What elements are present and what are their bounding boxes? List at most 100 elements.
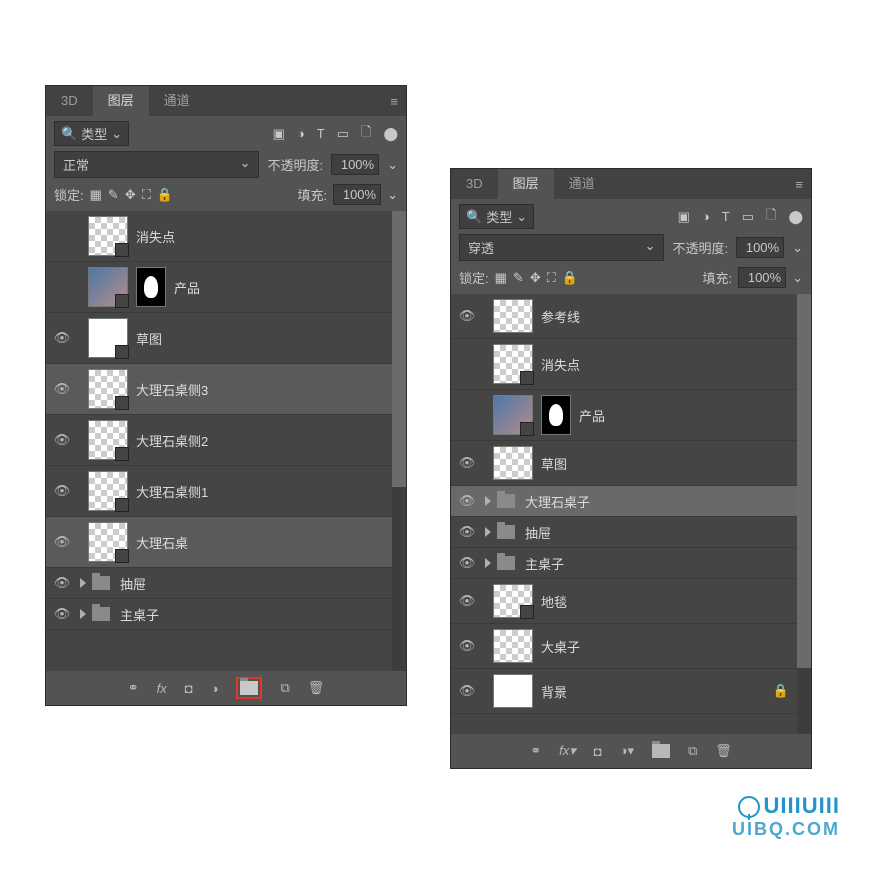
layer-thumb[interactable] xyxy=(493,674,533,708)
layer-row[interactable]: 产品 xyxy=(46,262,406,313)
tab-layers[interactable]: 图层 xyxy=(498,169,554,199)
mask-icon[interactable]: ◘ xyxy=(594,744,602,759)
layer-name[interactable]: 参考线 xyxy=(541,307,580,326)
layer-row[interactable]: 👁 大理石桌 xyxy=(46,517,406,568)
layer-row[interactable]: 消失点 xyxy=(451,339,811,390)
tab-layers[interactable]: 图层 xyxy=(93,86,149,116)
layer-name[interactable]: 地毯 xyxy=(541,592,567,611)
scrollbar[interactable] xyxy=(797,294,811,734)
layer-name[interactable]: 消失点 xyxy=(541,355,580,374)
mask-icon[interactable]: ◘ xyxy=(185,681,193,696)
layer-row[interactable]: 👁 草图 xyxy=(46,313,406,364)
opacity-value[interactable]: 100% xyxy=(331,154,379,175)
visibility-icon[interactable]: 👁 xyxy=(453,638,481,654)
shape-filter-icon[interactable]: ▭ xyxy=(742,209,754,225)
visibility-icon[interactable]: 👁 xyxy=(48,483,76,499)
layer-thumb[interactable] xyxy=(493,299,533,333)
chevron-down-icon[interactable]: ⌄ xyxy=(792,270,803,286)
layer-row[interactable]: 消失点 xyxy=(46,211,406,262)
chevron-down-icon[interactable]: ⌄ xyxy=(387,157,398,173)
scrollbar[interactable] xyxy=(392,211,406,671)
filter-toggle-icon[interactable]: ⬤ xyxy=(383,126,398,142)
layer-thumb[interactable] xyxy=(493,446,533,480)
smart-filter-icon[interactable]: 🗋 xyxy=(361,123,371,145)
pixel-filter-icon[interactable]: ▣ xyxy=(678,209,690,225)
layer-name[interactable]: 草图 xyxy=(136,329,162,348)
fill-value[interactable]: 100% xyxy=(333,184,381,205)
expand-icon[interactable] xyxy=(485,496,491,506)
layer-name[interactable]: 大桌子 xyxy=(541,637,580,656)
tab-channels[interactable]: 通道 xyxy=(149,86,205,116)
fx-icon[interactable]: fx▾ xyxy=(559,743,576,759)
layer-thumb[interactable] xyxy=(88,420,128,460)
layer-thumb[interactable] xyxy=(493,584,533,618)
shape-filter-icon[interactable]: ▭ xyxy=(337,126,349,142)
visibility-icon[interactable]: 👁 xyxy=(453,308,481,324)
layer-row[interactable]: 👁 参考线 xyxy=(451,294,811,339)
fx-icon[interactable]: fx xyxy=(157,681,167,696)
layer-thumb[interactable] xyxy=(493,395,533,435)
filter-type-select[interactable]: 🔍 类型 ⌄ xyxy=(54,121,129,146)
expand-icon[interactable] xyxy=(485,558,491,568)
trash-icon[interactable]: 🗑 xyxy=(308,680,325,696)
lock-artboard-icon[interactable]: ⛶ xyxy=(142,187,151,203)
new-group-icon[interactable] xyxy=(652,744,670,758)
visibility-icon[interactable]: 👁 xyxy=(453,555,481,571)
lock-all-icon[interactable]: 🔒 xyxy=(562,270,578,286)
layer-group-row[interactable]: 👁 抽屉 xyxy=(46,568,406,599)
adjust-filter-icon[interactable]: ◑ xyxy=(702,209,710,224)
blend-mode-select[interactable]: 穿透 ⌄ xyxy=(459,234,664,261)
layer-row[interactable]: 👁 大理石桌侧3 xyxy=(46,364,406,415)
new-group-button-highlighted[interactable] xyxy=(236,677,262,699)
layer-row[interactable]: 👁 背景 🔒 xyxy=(451,669,811,714)
layer-thumb[interactable] xyxy=(88,216,128,256)
pixel-filter-icon[interactable]: ▣ xyxy=(273,126,285,142)
layer-group-row[interactable]: 👁 主桌子 xyxy=(451,548,811,579)
layer-thumb[interactable] xyxy=(88,318,128,358)
visibility-icon[interactable]: 👁 xyxy=(453,683,481,699)
layer-name[interactable]: 主桌子 xyxy=(120,605,159,624)
layer-thumb[interactable] xyxy=(493,629,533,663)
visibility-icon[interactable]: 👁 xyxy=(453,493,481,509)
tab-3d[interactable]: 3D xyxy=(451,169,498,199)
lock-transparent-icon[interactable]: ▦ xyxy=(90,187,102,203)
layer-thumb[interactable] xyxy=(88,267,128,307)
visibility-icon[interactable]: 👁 xyxy=(48,381,76,397)
layer-name[interactable]: 大理石桌子 xyxy=(525,492,590,511)
layer-thumb[interactable] xyxy=(88,471,128,511)
type-filter-icon[interactable]: T xyxy=(722,209,730,224)
layer-name[interactable]: 产品 xyxy=(174,278,200,297)
lock-transparent-icon[interactable]: ▦ xyxy=(495,270,507,286)
visibility-icon[interactable]: 👁 xyxy=(48,534,76,550)
layer-name[interactable]: 背景 xyxy=(541,682,567,701)
lock-move-icon[interactable]: ✥ xyxy=(530,270,541,286)
layer-row[interactable]: 👁 地毯 xyxy=(451,579,811,624)
lock-brush-icon[interactable]: ✎ xyxy=(108,187,119,203)
chevron-down-icon[interactable]: ⌄ xyxy=(387,187,398,203)
layer-row[interactable]: 👁 草图 xyxy=(451,441,811,486)
layer-name[interactable]: 消失点 xyxy=(136,227,175,246)
layer-name[interactable]: 大理石桌侧3 xyxy=(136,380,208,399)
layer-name[interactable]: 大理石桌侧2 xyxy=(136,431,208,450)
layer-thumb[interactable] xyxy=(88,522,128,562)
lock-brush-icon[interactable]: ✎ xyxy=(513,270,524,286)
filter-type-select[interactable]: 🔍 类型 ⌄ xyxy=(459,204,534,229)
adjust-filter-icon[interactable]: ◑ xyxy=(297,126,305,141)
layer-group-row[interactable]: 👁 主桌子 xyxy=(46,599,406,630)
lock-all-icon[interactable]: 🔒 xyxy=(157,187,173,203)
adjustment-icon[interactable]: ◑▾ xyxy=(620,743,634,759)
layer-name[interactable]: 抽屉 xyxy=(525,523,551,542)
type-filter-icon[interactable]: T xyxy=(317,126,325,141)
visibility-icon[interactable]: 👁 xyxy=(453,593,481,609)
panel-menu-icon[interactable]: ≡ xyxy=(390,94,398,109)
lock-artboard-icon[interactable]: ⛶ xyxy=(547,270,556,286)
layer-row[interactable]: 👁 大理石桌侧2 xyxy=(46,415,406,466)
layer-name[interactable]: 产品 xyxy=(579,406,605,425)
visibility-icon[interactable]: 👁 xyxy=(48,330,76,346)
layer-mask[interactable] xyxy=(136,267,166,307)
tab-channels[interactable]: 通道 xyxy=(554,169,610,199)
visibility-icon[interactable]: 👁 xyxy=(48,575,76,591)
new-layer-icon[interactable]: ⧉ xyxy=(688,743,697,759)
lock-move-icon[interactable]: ✥ xyxy=(125,187,136,203)
expand-icon[interactable] xyxy=(485,527,491,537)
